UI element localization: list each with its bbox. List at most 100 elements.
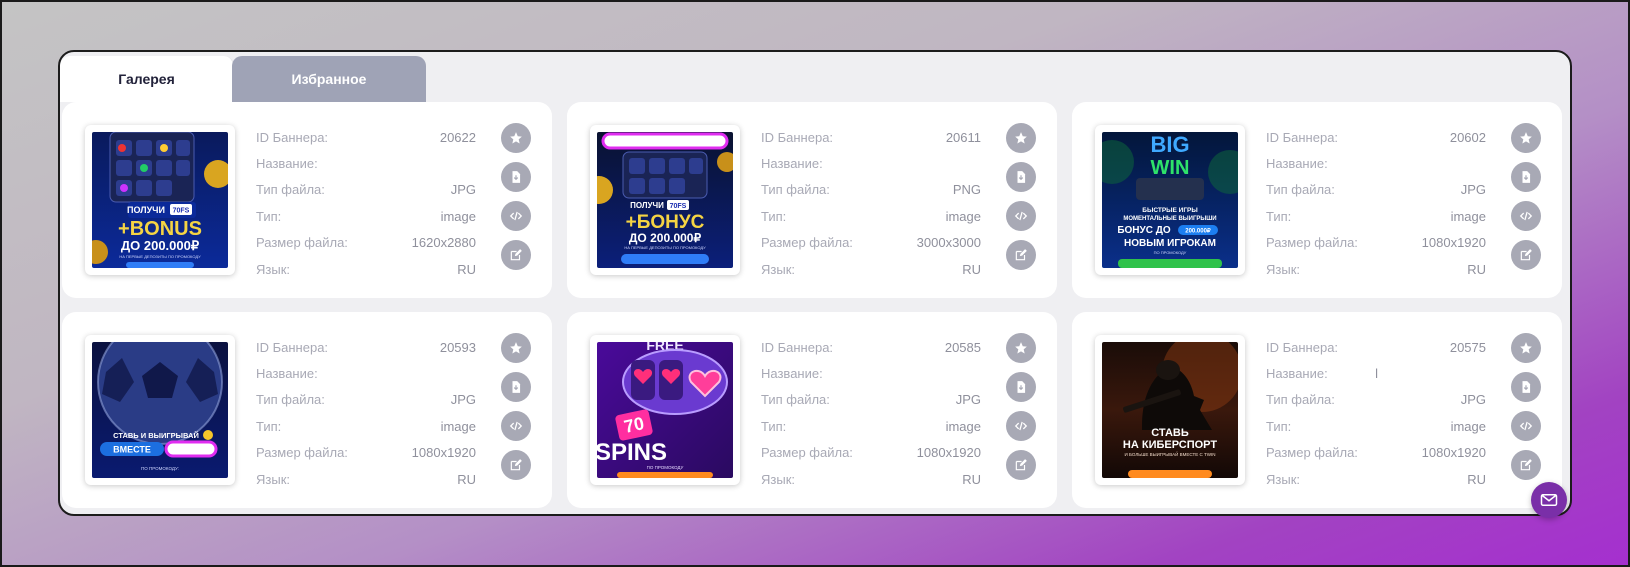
banner-language: RU (1467, 471, 1486, 487)
label-file-type: Тип файла: (1266, 392, 1335, 408)
banner-text: БОНУС ДО (1117, 225, 1171, 236)
edit-icon (1520, 249, 1532, 261)
banner-text: ПОЛУЧИ (127, 205, 165, 215)
banner-text: BIG (1150, 132, 1189, 157)
label-type: Тип: (1266, 418, 1292, 434)
edit-button[interactable] (1006, 240, 1036, 270)
label-type: Тип: (256, 208, 282, 224)
banner-image-20622: ПОЛУЧИ 70FS +BONUS ДО 200.000₽ НА ПЕРВЫЕ… (92, 132, 228, 268)
download-button[interactable] (501, 372, 531, 402)
download-file-icon (1017, 381, 1026, 393)
banner-id: 20585 (944, 339, 981, 355)
label-file-size: Размер файла: (256, 235, 348, 251)
embed-code-button[interactable] (1006, 201, 1036, 231)
banner-language: RU (457, 471, 476, 487)
banner-thumbnail[interactable]: ПОЛУЧИ 70FS +БОНУС ДО 200.000₽ НА ПЕРВЫЕ… (590, 125, 740, 275)
edit-button[interactable] (501, 240, 531, 270)
code-icon (1014, 421, 1028, 431)
edit-icon (510, 459, 522, 471)
banner-type: image (1450, 418, 1486, 434)
download-file-icon (1522, 171, 1531, 183)
banner-language: RU (962, 261, 981, 277)
banner-id: 20611 (945, 129, 981, 145)
tab-favorites[interactable]: Избранное (232, 56, 426, 102)
label-file-type: Тип файла: (256, 182, 325, 198)
download-button[interactable] (1511, 162, 1541, 192)
label-banner-id: ID Баннера: (761, 129, 834, 145)
favorite-button[interactable] (1511, 123, 1541, 153)
download-button[interactable] (1511, 372, 1541, 402)
banner-file-type: JPG (1460, 392, 1486, 408)
favorite-button[interactable] (1006, 123, 1036, 153)
label-language: Язык: (1266, 471, 1300, 487)
banner-text: МОМЕНТАЛЬНЫЕ ВЫИГРЫШИ (1123, 216, 1216, 222)
edit-button[interactable] (1511, 450, 1541, 480)
banner-thumbnail[interactable]: ПОЛУЧИ 70FS +BONUS ДО 200.000₽ НА ПЕРВЫЕ… (85, 125, 235, 275)
download-file-icon (1522, 381, 1531, 393)
banner-file-size: 1080x1920 (1421, 445, 1486, 461)
banner-file-type: JPG (450, 182, 476, 198)
banner-file-size: 1080x1920 (1421, 235, 1486, 251)
banner-gallery-window: Галерея Избранное ПОЛУЧИ 70FS +BONUS ДО … (58, 50, 1572, 516)
favorite-button[interactable] (1006, 333, 1036, 363)
banner-card: СТАВЬ НА КИБЕРСПОРТ И БОЛЬШЕ ВЫИГРЫВАЙ В… (1072, 312, 1562, 508)
banner-text: НА ПЕРВЫЕ ДЕПОЗИТЫ ПО ПРОМОКОДУ (624, 245, 706, 250)
banner-file-type: JPG (955, 392, 981, 408)
banner-text: +BONUS (118, 218, 202, 240)
label-language: Язык: (761, 471, 795, 487)
banner-card: FREE 70 SPINS ПО ПРОМОКОДУ ID Баннера: 2… (567, 312, 1057, 508)
banner-info: ID Баннера: 20593 Название: Тип файла: JPG… (256, 334, 476, 492)
banner-text: WIN (1151, 157, 1190, 179)
contact-mail-button[interactable] (1531, 482, 1567, 518)
label-file-size: Размер файла: (256, 445, 348, 461)
banner-grid: ПОЛУЧИ 70FS +BONUS ДО 200.000₽ НА ПЕРВЫЕ… (62, 102, 1570, 508)
label-banner-id: ID Баннера: (1266, 339, 1339, 355)
banner-badge: 200.000₽ (1185, 228, 1211, 235)
download-button[interactable] (1006, 162, 1036, 192)
label-name: Название: (1266, 156, 1328, 172)
embed-code-button[interactable] (501, 411, 531, 441)
favorite-button[interactable] (501, 123, 531, 153)
banner-text: НОВЫМ ИГРОКАМ (1124, 238, 1216, 249)
code-icon (1519, 421, 1533, 431)
embed-code-button[interactable] (501, 201, 531, 231)
edit-button[interactable] (1511, 240, 1541, 270)
banner-id: 20575 (1449, 339, 1486, 355)
label-banner-id: ID Баннера: (761, 339, 834, 355)
banner-file-size: 1620x2880 (411, 235, 476, 251)
banner-language: RU (1467, 261, 1486, 277)
banner-badge: 70 (622, 413, 646, 437)
label-banner-id: ID Баннера: (256, 339, 329, 355)
banner-text: СТАВЬ И ВЫИГРЫВАЙ (113, 431, 199, 440)
label-file-size: Размер файла: (1266, 235, 1358, 251)
embed-code-button[interactable] (1511, 411, 1541, 441)
banner-info: ID Баннера: 20611 Название: Тип файла: PNG… (761, 124, 981, 282)
banner-thumbnail[interactable]: FREE 70 SPINS ПО ПРОМОКОДУ (590, 335, 740, 485)
banner-actions (501, 333, 531, 480)
mail-icon (1540, 494, 1558, 506)
download-button[interactable] (501, 162, 531, 192)
banner-badge: 70FS (670, 203, 687, 210)
tab-gallery[interactable]: Галерея (60, 56, 234, 102)
banner-text: БЫСТРЫЕ ИГРЫ (1142, 207, 1197, 214)
edit-icon (1015, 249, 1027, 261)
favorite-button[interactable] (1511, 333, 1541, 363)
banner-thumbnail[interactable]: СТАВЬ НА КИБЕРСПОРТ И БОЛЬШЕ ВЫИГРЫВАЙ В… (1095, 335, 1245, 485)
label-banner-id: ID Баннера: (1266, 129, 1339, 145)
edit-button[interactable] (501, 450, 531, 480)
label-file-size: Размер файла: (1266, 445, 1358, 461)
banner-text: НА ПЕРВЫЕ ДЕПОЗИТЫ ПО ПРОМОКОДУ (119, 254, 201, 259)
banner-actions (1006, 123, 1036, 270)
edit-icon (510, 249, 522, 261)
banner-badge: 70FS (173, 208, 190, 215)
embed-code-button[interactable] (1511, 201, 1541, 231)
embed-code-button[interactable] (1006, 411, 1036, 441)
banner-type: image (945, 418, 981, 434)
banner-thumbnail[interactable]: СТАВЬ И ВЫИГРЫВАЙ ВМЕСТЕ ПО ПРОМОКОДУ: (85, 335, 235, 485)
download-button[interactable] (1006, 372, 1036, 402)
banner-text: ПО ПРОМОКОДУ (647, 465, 684, 470)
banner-thumbnail[interactable]: BIG WIN БЫСТРЫЕ ИГРЫ МОМЕНТАЛЬНЫЕ ВЫИГРЫ… (1095, 125, 1245, 275)
edit-button[interactable] (1006, 450, 1036, 480)
favorite-button[interactable] (501, 333, 531, 363)
banner-text: СТАВЬ (1151, 427, 1189, 439)
